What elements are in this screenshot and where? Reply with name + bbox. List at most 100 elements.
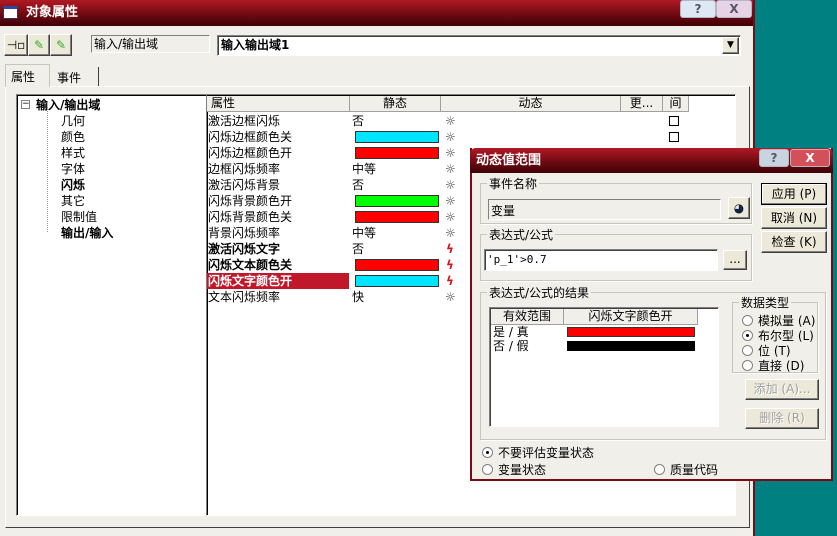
dynamic-action-icon[interactable]: ϟ: [446, 241, 454, 257]
property-name[interactable]: 闪烁文字颜色开: [207, 273, 349, 289]
radio-label: 质量代码: [670, 463, 719, 477]
indirect-checkbox[interactable]: [669, 132, 679, 142]
tree-item[interactable]: 闪烁: [61, 176, 85, 193]
dialog-close-button[interactable]: X: [790, 149, 830, 167]
tree-item[interactable]: 输出/输入: [61, 224, 113, 241]
property-name[interactable]: 激活闪烁文字: [207, 241, 349, 257]
tab-events[interactable]: 事件: [52, 67, 99, 86]
result-color-swatch[interactable]: [567, 341, 695, 351]
static-color-swatch[interactable]: [355, 211, 439, 223]
tree-item[interactable]: 颜色: [61, 128, 85, 145]
select-tag-button[interactable]: ◕: [728, 197, 750, 219]
lightbulb-icon[interactable]: ☼: [445, 145, 456, 161]
property-name[interactable]: 闪烁文本颜色关: [207, 257, 349, 273]
property-name[interactable]: 闪烁边框颜色开: [207, 145, 349, 161]
header-valid-range[interactable]: 有效范围: [491, 309, 564, 325]
result-range[interactable]: 是 / 真: [493, 325, 529, 339]
result-list[interactable]: 有效范围 闪烁文字颜色开 是 / 真 否 / 假: [489, 307, 719, 427]
property-row[interactable]: 闪烁边框颜色关 ☼: [207, 129, 735, 145]
object-name-combobox[interactable]: 输入输出域1 ▼: [217, 35, 741, 56]
header-static[interactable]: 静态: [350, 96, 441, 112]
lightbulb-icon[interactable]: ☼: [445, 289, 456, 305]
static-color-swatch[interactable]: [355, 147, 439, 159]
option-quality-code-radio[interactable]: 质量代码: [654, 461, 718, 478]
radio-icon: [482, 447, 493, 458]
static-value[interactable]: 中等: [352, 225, 376, 241]
radio-icon: [654, 464, 665, 475]
pipette-icon: ✎: [55, 38, 67, 52]
property-name[interactable]: 闪烁边框颜色关: [207, 129, 349, 145]
tab-properties[interactable]: 属性: [5, 64, 50, 87]
header-dynamic[interactable]: 动态: [441, 96, 621, 112]
add-button[interactable]: 添加 (A)...: [745, 379, 819, 400]
tree-item[interactable]: 限制值: [61, 208, 97, 225]
lightbulb-icon[interactable]: ☼: [445, 209, 456, 225]
static-value[interactable]: 否: [352, 241, 364, 257]
close-button[interactable]: X: [716, 0, 752, 18]
lightbulb-icon[interactable]: ☼: [445, 193, 456, 209]
result-range[interactable]: 否 / 假: [493, 339, 529, 353]
property-row[interactable]: 激活边框闪烁否 ☼: [207, 113, 735, 129]
window-title: 对象属性: [26, 5, 79, 20]
static-color-swatch[interactable]: [355, 131, 439, 143]
dialog-title: 动态值范围: [476, 153, 542, 168]
pipette-button-2[interactable]: ✎: [50, 34, 72, 56]
header-property[interactable]: 属性: [207, 96, 350, 112]
lightbulb-icon[interactable]: ☼: [445, 129, 456, 145]
dropdown-arrow-icon[interactable]: ▼: [722, 37, 739, 54]
property-name[interactable]: 背景闪烁频率: [207, 225, 349, 241]
dynamic-action-icon[interactable]: ϟ: [446, 257, 454, 273]
tree-item[interactable]: 其它: [61, 192, 85, 209]
property-name[interactable]: 闪烁背景颜色开: [207, 193, 349, 209]
result-label: 表达式/公式的结果: [487, 284, 592, 301]
object-type-label: 输入/输出域: [91, 35, 210, 53]
category-tree[interactable]: − 输入/输出域 几何 颜色 样式 字体 闪烁 其它 限制值 输出/输入: [16, 94, 207, 516]
pin-button[interactable]: ⊣▫: [4, 34, 28, 56]
property-name[interactable]: 激活闪烁背景: [207, 177, 349, 193]
lightbulb-icon[interactable]: ☼: [445, 161, 456, 177]
delete-button[interactable]: 删除 (R): [745, 408, 819, 429]
tree-item[interactable]: 样式: [61, 144, 85, 161]
property-name[interactable]: 闪烁背景颜色关: [207, 209, 349, 225]
static-color-swatch[interactable]: [355, 195, 439, 207]
static-color-swatch[interactable]: [355, 259, 439, 271]
lightbulb-icon[interactable]: ☼: [445, 177, 456, 193]
header-update[interactable]: 更...: [621, 96, 663, 112]
radio-icon: [742, 330, 753, 341]
header-result-color[interactable]: 闪烁文字颜色开: [564, 309, 698, 325]
static-value[interactable]: 中等: [352, 161, 376, 177]
static-value[interactable]: 快: [352, 289, 364, 305]
datatype-direct-radio[interactable]: 直接 (D): [742, 357, 804, 374]
static-color-swatch[interactable]: [355, 275, 439, 287]
property-name[interactable]: 文本闪烁频率: [207, 289, 349, 305]
property-name[interactable]: 激活边框闪烁: [207, 113, 349, 129]
object-name-value: 输入输出域1: [221, 38, 290, 52]
tree-item[interactable]: 几何: [61, 112, 85, 129]
apply-button[interactable]: 应用 (P): [761, 183, 827, 205]
static-value[interactable]: 否: [352, 177, 364, 193]
lightbulb-icon[interactable]: ☼: [445, 113, 456, 129]
pipette-button-1[interactable]: ✎: [28, 34, 50, 56]
grid-header: 属性 静态 动态 更... 间: [207, 96, 735, 112]
help-button[interactable]: ?: [680, 0, 716, 18]
tag-select-icon: ◕: [733, 201, 745, 215]
option-tag-status-radio[interactable]: 变量状态: [482, 461, 546, 478]
expression-browse-button[interactable]: ...: [723, 250, 747, 270]
collapse-icon[interactable]: −: [21, 100, 30, 109]
cancel-button[interactable]: 取消 (N): [761, 207, 827, 229]
tree-item[interactable]: 字体: [61, 160, 85, 177]
dynamic-action-icon[interactable]: ϟ: [446, 273, 454, 289]
check-button[interactable]: 检查 (K): [761, 231, 827, 253]
header-indirect[interactable]: 间: [663, 96, 689, 112]
option-no-eval-radio[interactable]: 不要评估变量状态: [482, 444, 594, 461]
radio-icon: [742, 360, 753, 371]
property-name[interactable]: 边框闪烁频率: [207, 161, 349, 177]
expression-input[interactable]: 'p_1'>0.7: [484, 249, 718, 271]
indirect-checkbox[interactable]: [669, 116, 679, 126]
result-color-swatch[interactable]: [567, 327, 695, 337]
expression-label: 表达式/公式: [487, 226, 556, 243]
static-value[interactable]: 否: [352, 113, 364, 129]
tree-root[interactable]: 输入/输出域: [36, 96, 100, 113]
dialog-help-button[interactable]: ?: [759, 149, 789, 167]
lightbulb-icon[interactable]: ☼: [445, 225, 456, 241]
